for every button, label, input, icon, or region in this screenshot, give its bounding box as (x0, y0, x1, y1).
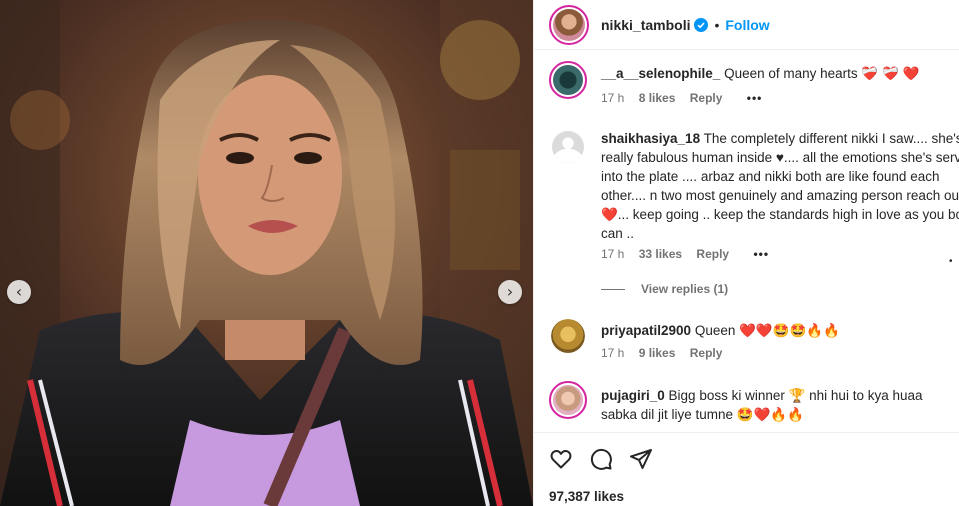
post-header: nikki_tamboli • Follow (534, 0, 959, 50)
chevron-left-icon: ‹ (15, 282, 23, 301)
view-replies-button[interactable]: View replies (1) (601, 282, 728, 296)
reply-button[interactable]: Reply (696, 247, 729, 261)
post-photo-illustration (0, 0, 533, 506)
comment-meta: 17 h 9 likes Reply (601, 346, 733, 360)
comment-meta: 17 h 8 likes Reply ••• (601, 91, 773, 105)
instagram-post-view: ‹ › nikki_tamboli • Follow __a__selenoph… (0, 0, 959, 506)
comment-content: priyapatil2900 Queen ❤️❤️🤩🤩🔥🔥 (601, 321, 959, 340)
share-icon[interactable] (629, 447, 653, 471)
chevron-right-icon: › (506, 282, 514, 301)
comment-content: __a__selenophile_ Queen of many hearts ❤… (601, 64, 959, 83)
replies-divider (601, 288, 625, 290)
commenter-avatar[interactable] (551, 319, 585, 353)
previous-image-button[interactable]: ‹ (7, 280, 31, 304)
comment-time: 17 h (601, 346, 625, 360)
comment-username[interactable]: priyapatil2900 (601, 323, 691, 338)
heart-icon[interactable] (549, 447, 573, 471)
comment-text: The completely different nikki I saw....… (601, 131, 959, 241)
comments-list: __a__selenophile_ Queen of many hearts ❤… (534, 51, 959, 432)
comment-icon[interactable] (589, 447, 613, 471)
commenter-avatar[interactable] (549, 61, 587, 99)
view-replies-label: View replies (1) (641, 282, 729, 296)
comment-text: Queen of many hearts ❤️‍🩹 ❤️‍🩹 ❤️ (724, 66, 920, 81)
reply-button[interactable]: Reply (690, 91, 723, 105)
comment-time: 17 h (601, 247, 625, 261)
post-actions: 97,387 likes (534, 432, 959, 506)
comment-content: pujagiri_0 Bigg boss ki winner 🏆 nhi hui… (601, 386, 959, 424)
comment-time: 17 h (601, 91, 625, 105)
commenter-avatar[interactable] (549, 381, 587, 419)
post-image: ‹ › (0, 0, 533, 506)
comment-likes[interactable]: 8 likes (639, 91, 676, 105)
author-username[interactable]: nikki_tamboli (601, 17, 690, 33)
more-icon[interactable]: ••• (747, 91, 763, 105)
next-image-button[interactable]: › (498, 280, 522, 304)
comment-meta: 17 h 33 likes Reply ••• (601, 247, 780, 261)
verified-icon (694, 17, 709, 32)
action-icons (549, 447, 653, 471)
comment-text: Queen ❤️❤️🤩🤩🔥🔥 (694, 323, 840, 338)
comment-username[interactable]: pujagiri_0 (601, 388, 665, 403)
stray-dot: • (949, 256, 953, 267)
separator-dot: • (714, 16, 720, 33)
comment-likes[interactable]: 9 likes (639, 346, 676, 360)
comment-content: shaikhasiya_18 The completely different … (601, 129, 959, 243)
likes-count[interactable]: 97,387 likes (549, 489, 624, 504)
comment-likes[interactable]: 33 likes (639, 247, 682, 261)
follow-button[interactable]: Follow (725, 17, 769, 33)
comment-username[interactable]: shaikhasiya_18 (601, 131, 700, 146)
commenter-avatar[interactable] (552, 131, 584, 163)
author-avatar[interactable] (549, 4, 589, 45)
comment-username[interactable]: __a__selenophile_ (601, 66, 720, 81)
more-icon[interactable]: ••• (753, 247, 769, 261)
post-sidebar: nikki_tamboli • Follow __a__selenophile_… (533, 0, 959, 506)
reply-button[interactable]: Reply (690, 346, 723, 360)
